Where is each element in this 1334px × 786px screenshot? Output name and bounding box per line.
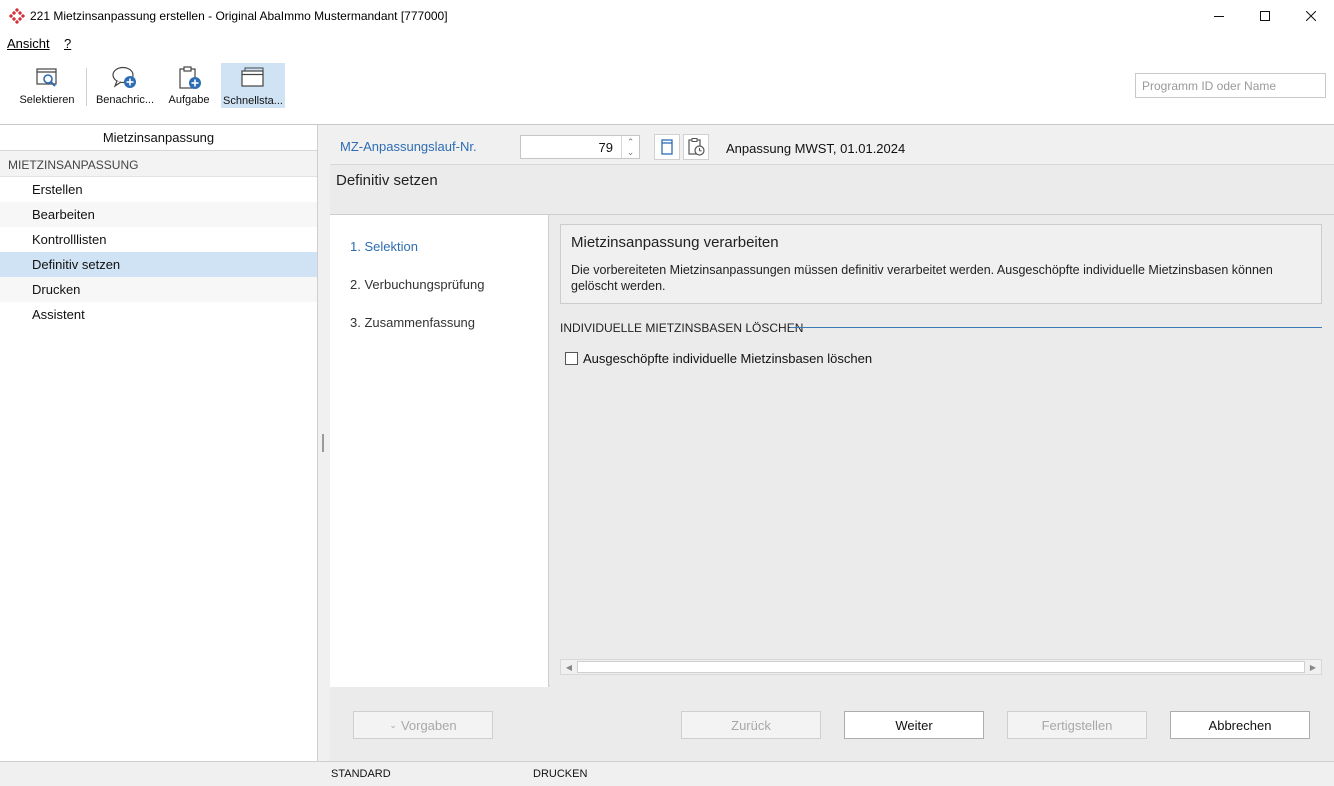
delete-bases-checkbox-label[interactable]: Ausgeschöpfte individuelle Mietzinsbasen… bbox=[583, 351, 872, 366]
sidebar-item-label: Erstellen bbox=[32, 182, 83, 197]
main-panel: MZ-Anpassungslauf-Nr. 79 ⌃ ⌄ Anpassung M… bbox=[330, 125, 1334, 761]
fertigstellen-button[interactable]: Fertigstellen bbox=[1007, 711, 1147, 739]
sidebar-item-label: Kontrolllisten bbox=[32, 232, 107, 247]
step-selektion[interactable]: 1. Selektion bbox=[350, 239, 418, 254]
sidebar-group-label: MIETZINSANPASSUNG bbox=[0, 151, 317, 177]
title-bar: 221 Mietzinsanpassung erstellen - Origin… bbox=[0, 0, 1334, 32]
run-number-label[interactable]: MZ-Anpassungslauf-Nr. bbox=[340, 139, 477, 154]
toolbar-benachrichtigung-button[interactable]: Benachric... bbox=[94, 62, 156, 108]
status-drucken: DRUCKEN bbox=[533, 768, 588, 780]
scrollbar-thumb[interactable] bbox=[577, 661, 1305, 673]
wizard-content: Mietzinsanpassung verarbeiten Die vorber… bbox=[550, 215, 1334, 687]
run-number-value[interactable]: 79 bbox=[521, 136, 621, 158]
close-icon bbox=[1306, 11, 1316, 21]
chevron-down-icon: ⌄ bbox=[389, 719, 397, 730]
run-header: MZ-Anpassungslauf-Nr. 79 ⌃ ⌄ Anpassung M… bbox=[330, 125, 1334, 165]
sidebar-item-label: Definitiv setzen bbox=[32, 257, 121, 272]
run-description: Anpassung MWST, 01.01.2024 bbox=[726, 141, 906, 156]
close-button[interactable] bbox=[1288, 0, 1334, 32]
menu-help-label: ? bbox=[64, 36, 72, 51]
sidebar-header: Mietzinsanpassung bbox=[0, 125, 317, 151]
delete-bases-checkbox[interactable] bbox=[565, 352, 578, 365]
document-icon bbox=[661, 139, 673, 155]
chevron-down-icon[interactable]: ⌄ bbox=[627, 147, 635, 157]
message-add-icon bbox=[112, 66, 136, 88]
step-zusammenfassung[interactable]: 3. Zusammenfassung bbox=[350, 315, 475, 330]
group-title: INDIVIDUELLE MIETZINSBASEN LÖSCHEN bbox=[560, 321, 804, 335]
step-verbuchungspruefung[interactable]: 2. Verbuchungsprüfung bbox=[350, 277, 484, 292]
toolbar-aufgabe-label: Aufgabe bbox=[168, 94, 210, 106]
maximize-icon bbox=[1260, 11, 1270, 21]
sidebar-item-kontrolllisten[interactable]: Kontrolllisten bbox=[0, 227, 317, 252]
program-search-input[interactable] bbox=[1135, 73, 1326, 98]
history-button[interactable] bbox=[683, 134, 709, 160]
sidebar-item-label: Drucken bbox=[32, 282, 81, 297]
sidebar-item-erstellen[interactable]: Erstellen bbox=[0, 177, 317, 202]
clipboard-clock-icon bbox=[688, 138, 705, 156]
search-window-icon bbox=[36, 68, 57, 87]
group-divider bbox=[790, 327, 1322, 328]
chevron-up-icon[interactable]: ⌃ bbox=[627, 137, 635, 147]
vorgaben-button[interactable]: ⌄ Vorgaben bbox=[353, 711, 493, 739]
zurueck-button[interactable]: Zurück bbox=[681, 711, 821, 739]
menu-help[interactable]: ? bbox=[64, 36, 71, 51]
toolbar-schnellstart-label: Schnellsta... bbox=[223, 95, 283, 107]
run-number-stepper[interactable]: 79 ⌃ ⌄ bbox=[520, 135, 640, 159]
vorgaben-label: Vorgaben bbox=[400, 717, 457, 733]
horizontal-scrollbar[interactable]: ◀ ▶ bbox=[560, 659, 1322, 675]
toolbar-benachrichtigung-label: Benachric... bbox=[95, 94, 155, 106]
toolbar-aufgabe-button[interactable]: Aufgabe bbox=[162, 62, 216, 108]
splitter-grip-icon bbox=[322, 434, 324, 452]
sidebar-item-label: Assistent bbox=[32, 307, 85, 322]
menu-ansicht[interactable]: Ansicht bbox=[7, 36, 50, 51]
wizard-panel: 1. Selektion 2. Verbuchungsprüfung 3. Zu… bbox=[330, 214, 1334, 687]
sidebar-item-bearbeiten[interactable]: Bearbeiten bbox=[0, 202, 317, 227]
clipboard-add-icon bbox=[179, 66, 201, 89]
sidebar-item-label: Bearbeiten bbox=[32, 207, 95, 222]
sidebar-splitter[interactable] bbox=[318, 125, 330, 761]
document-button[interactable] bbox=[654, 134, 680, 160]
sidebar-item-definitiv-setzen[interactable]: Definitiv setzen bbox=[0, 252, 317, 277]
wizard-steps: 1. Selektion 2. Verbuchungsprüfung 3. Zu… bbox=[330, 215, 549, 687]
toolbar-separator bbox=[86, 68, 87, 106]
minimize-icon bbox=[1214, 16, 1224, 17]
status-standard: STANDARD bbox=[331, 768, 391, 780]
section-title: Definitiv setzen bbox=[336, 172, 438, 189]
info-text: Die vorbereiteten Mietzinsanpassungen mü… bbox=[571, 263, 1273, 293]
sidebar: Mietzinsanpassung MIETZINSANPASSUNG Erst… bbox=[0, 125, 318, 761]
weiter-button[interactable]: Weiter bbox=[844, 711, 984, 739]
sidebar-item-drucken[interactable]: Drucken bbox=[0, 277, 317, 302]
windows-icon bbox=[241, 67, 264, 87]
scroll-right-icon[interactable]: ▶ bbox=[1305, 660, 1321, 674]
minimize-button[interactable] bbox=[1196, 0, 1242, 32]
info-title: Mietzinsanpassung verarbeiten bbox=[571, 234, 779, 251]
window-title: 221 Mietzinsanpassung erstellen - Origin… bbox=[30, 9, 448, 23]
abbrechen-button[interactable]: Abbrechen bbox=[1170, 711, 1310, 739]
scroll-left-icon[interactable]: ◀ bbox=[561, 660, 577, 674]
app-logo-icon bbox=[9, 8, 25, 24]
info-box: Mietzinsanpassung verarbeiten Die vorber… bbox=[560, 224, 1322, 304]
menu-ansicht-label: Ansicht bbox=[7, 36, 50, 51]
stepper-buttons[interactable]: ⌃ ⌄ bbox=[621, 136, 639, 158]
status-bar: STANDARD DRUCKEN bbox=[0, 761, 1334, 786]
maximize-button[interactable] bbox=[1242, 0, 1288, 32]
toolbar-schnellstart-button[interactable]: Schnellsta... bbox=[221, 63, 285, 108]
toolbar-selektieren-label: Selektieren bbox=[19, 94, 75, 106]
toolbar-selektieren-button[interactable]: Selektieren bbox=[16, 62, 78, 108]
sidebar-item-assistent[interactable]: Assistent bbox=[0, 302, 317, 327]
